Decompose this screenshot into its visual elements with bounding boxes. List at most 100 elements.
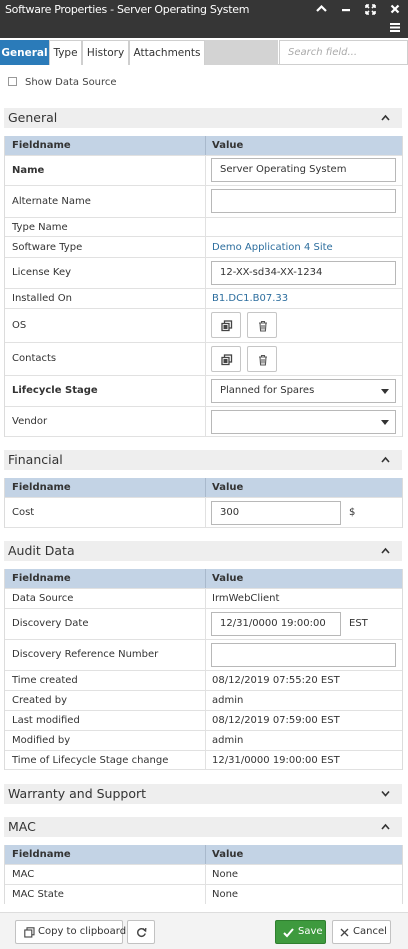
chevron-up-icon[interactable] — [381, 823, 390, 830]
discovery-reference-label: Discovery Reference Number — [12, 649, 159, 660]
modified-by-value: admin — [212, 735, 244, 746]
table-header: Fieldname Value — [5, 845, 402, 864]
show-data-source-label: Show Data Source — [25, 77, 117, 88]
cancel-label: Cancel — [353, 926, 387, 937]
mac-value: None — [212, 869, 239, 880]
trash-icon — [259, 320, 267, 332]
audit-section-title: Audit Data — [8, 543, 75, 558]
chevron-up-icon[interactable] — [381, 456, 390, 463]
refresh-button[interactable] — [127, 920, 155, 944]
table-row: Contacts — [5, 342, 402, 375]
table-row: Last modified 08/12/2019 07:59:00 EST — [5, 710, 402, 730]
value-header: Value — [212, 482, 244, 493]
mac-label: MAC — [12, 869, 35, 880]
mac-table: Fieldname Value MAC None MAC State None — [4, 845, 403, 904]
footer-bar: Copy to clipboard Save Cancel — [0, 912, 408, 949]
caret-down-icon — [381, 389, 389, 394]
time-created-value: 08/12/2019 07:55:20 EST — [212, 675, 340, 686]
chevron-up-icon[interactable] — [316, 4, 327, 14]
general-section-header[interactable]: General — [4, 108, 402, 128]
warranty-section-header[interactable]: Warranty and Support — [4, 784, 402, 804]
table-row: Alternate Name — [5, 185, 402, 217]
discovery-date-input[interactable]: 12/31/0000 19:00:00 — [211, 612, 341, 636]
time-created-label: Time created — [12, 675, 78, 686]
close-icon[interactable] — [390, 4, 400, 14]
cancel-button[interactable]: Cancel — [332, 920, 391, 944]
search-field-input[interactable]: Search field... — [279, 40, 408, 65]
discovery-date-label: Discovery Date — [12, 618, 89, 629]
financial-section-header[interactable]: Financial — [4, 450, 402, 470]
timezone-label: EST — [349, 618, 368, 629]
financial-section-title: Financial — [8, 452, 63, 467]
mac-section-title: MAC — [8, 819, 36, 834]
mac-section-header[interactable]: MAC — [4, 817, 402, 837]
trash-icon — [259, 354, 267, 366]
financial-table: Fieldname Value Cost 300 $ — [4, 478, 403, 528]
mac-state-value: None — [212, 889, 239, 900]
type-name-label: Type Name — [12, 222, 68, 233]
table-row: Created by admin — [5, 690, 402, 710]
copy-to-clipboard-button[interactable]: Copy to clipboard — [15, 920, 127, 944]
tab-bar-spacer — [205, 40, 278, 65]
data-source-label: Data Source — [12, 593, 74, 604]
currency-unit: $ — [349, 507, 356, 518]
vendor-select[interactable] — [211, 410, 396, 434]
lifecycle-stage-select[interactable]: Planned for Spares — [211, 379, 396, 403]
software-type-link[interactable]: Demo Application 4 Site — [212, 242, 333, 253]
save-button[interactable]: Save — [275, 920, 326, 944]
os-delete-button[interactable] — [247, 312, 277, 338]
table-row: License Key 12-XX-sd34-XX-1234 — [5, 257, 402, 288]
window-title: Software Properties - Server Operating S… — [5, 3, 250, 16]
table-row: Time of Lifecycle Stage change 12/31/000… — [5, 750, 402, 770]
tab-general[interactable]: General — [0, 40, 49, 65]
minimize-icon[interactable] — [341, 4, 351, 14]
chevron-up-icon[interactable] — [381, 114, 390, 121]
value-header: Value — [212, 849, 244, 860]
software-type-label: Software Type — [12, 242, 83, 253]
alternate-name-label: Alternate Name — [12, 196, 91, 207]
discovery-reference-input[interactable] — [211, 643, 396, 667]
contacts-delete-button[interactable] — [247, 346, 277, 372]
table-row: MAC None — [5, 864, 402, 884]
caret-down-icon — [381, 420, 389, 425]
show-data-source-toggle[interactable]: Show Data Source — [8, 77, 117, 88]
table-row: Discovery Reference Number — [5, 639, 402, 670]
copy-to-clipboard-label: Copy to clipboard — [38, 926, 127, 937]
fieldname-header: Fieldname — [12, 573, 71, 584]
table-row: Lifecycle Stage Planned for Spares — [5, 375, 402, 406]
audit-section-header[interactable]: Audit Data — [4, 541, 402, 561]
installed-on-link[interactable]: B1.DC1.B07.33 — [212, 293, 288, 304]
table-row: Cost 300 $ — [5, 497, 402, 528]
cost-input[interactable]: 300 — [211, 501, 341, 525]
chevron-down-icon[interactable] — [381, 790, 390, 797]
name-input[interactable]: Server Operating System — [211, 158, 396, 182]
table-header: Fieldname Value — [5, 569, 402, 588]
copy-select-icon — [221, 320, 233, 332]
contacts-select-button[interactable] — [211, 346, 241, 372]
chevron-up-icon[interactable] — [381, 547, 390, 554]
general-section-title: General — [8, 110, 58, 125]
installed-on-label: Installed On — [12, 293, 72, 304]
created-by-value: admin — [212, 695, 244, 706]
show-data-source-checkbox[interactable] — [8, 77, 17, 86]
license-key-input[interactable]: 12-XX-sd34-XX-1234 — [211, 261, 396, 285]
table-row: Discovery Date 12/31/0000 19:00:00 EST — [5, 608, 402, 639]
lifecycle-change-label: Time of Lifecycle Stage change — [12, 755, 169, 766]
table-row: OS — [5, 308, 402, 342]
value-header: Value — [212, 573, 244, 584]
table-row: Type Name — [5, 217, 402, 236]
alternate-name-input[interactable] — [211, 189, 396, 213]
table-header: Fieldname Value — [5, 478, 402, 497]
value-header: Value — [212, 140, 244, 151]
tab-attachments[interactable]: Attachments — [129, 40, 205, 65]
copy-icon — [24, 927, 35, 938]
expand-icon[interactable] — [365, 4, 376, 15]
vendor-label: Vendor — [12, 416, 48, 427]
last-modified-label: Last modified — [12, 715, 80, 726]
license-key-label: License Key — [12, 267, 72, 278]
os-select-button[interactable] — [211, 312, 241, 338]
tab-history[interactable]: History — [82, 40, 129, 65]
tab-type[interactable]: Type — [49, 40, 82, 65]
table-row: Software Type Demo Application 4 Site — [5, 236, 402, 257]
hamburger-menu-icon[interactable] — [390, 22, 400, 32]
